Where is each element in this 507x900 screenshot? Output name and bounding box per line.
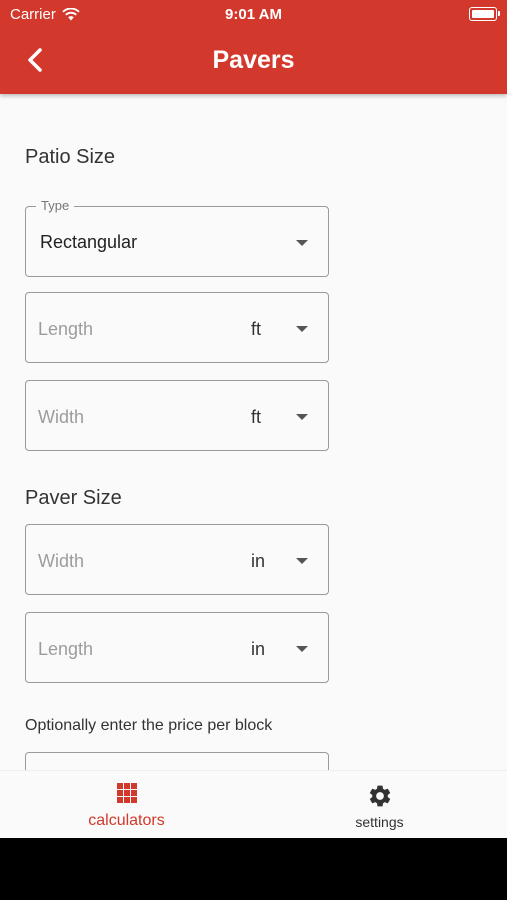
page-title: Pavers [212,46,295,74]
grid-icon [116,783,137,803]
gear-icon [369,785,390,807]
patio-width-unit-select[interactable]: ft [251,407,261,428]
patio-width-field[interactable]: Width ft [25,380,329,451]
battery-icon [469,7,500,21]
patio-length-unit-select[interactable]: ft [251,319,261,340]
patio-length-placeholder: Length [38,319,94,339]
patio-length-field[interactable]: Length ft [25,292,329,363]
paver-width-field[interactable]: Width in [25,524,329,595]
bottom-navigation: calculators settings [0,770,507,838]
status-time: 9:01 AM [225,6,282,23]
tab-calculators[interactable]: calculators [0,771,253,838]
paver-length-unit-select[interactable]: in [251,639,265,660]
paver-length-field[interactable]: Length in [25,612,329,683]
paver-width-unit-select[interactable]: in [251,551,265,572]
tab-settings-label: settings [355,814,404,830]
app-screen: Carrier 9:01 AM Pavers Patio Size Type R… [0,0,507,838]
dropdown-arrow-icon [296,558,308,564]
patio-size-heading: Patio Size [25,146,116,168]
tab-settings[interactable]: settings [253,771,506,838]
price-hint: Optionally enter the price per block [25,717,273,734]
patio-type-label: Type [36,198,75,213]
dropdown-arrow-icon [296,326,308,332]
patio-width-placeholder: Width [38,407,85,427]
dropdown-arrow-icon [296,414,308,420]
status-bar: Carrier 9:01 AM [0,0,507,28]
paver-size-heading: Paver Size [25,487,122,509]
tab-calculators-label: calculators [88,812,165,829]
paver-width-placeholder: Width [38,551,85,571]
patio-type-dropdown[interactable]: Type Rectangular [25,198,329,277]
dropdown-arrow-icon [296,646,308,652]
dropdown-arrow-icon [296,240,308,246]
patio-type-value: Rectangular [40,232,138,252]
paver-length-placeholder: Length [38,639,94,659]
app-bar: Carrier 9:01 AM Pavers [0,0,507,94]
